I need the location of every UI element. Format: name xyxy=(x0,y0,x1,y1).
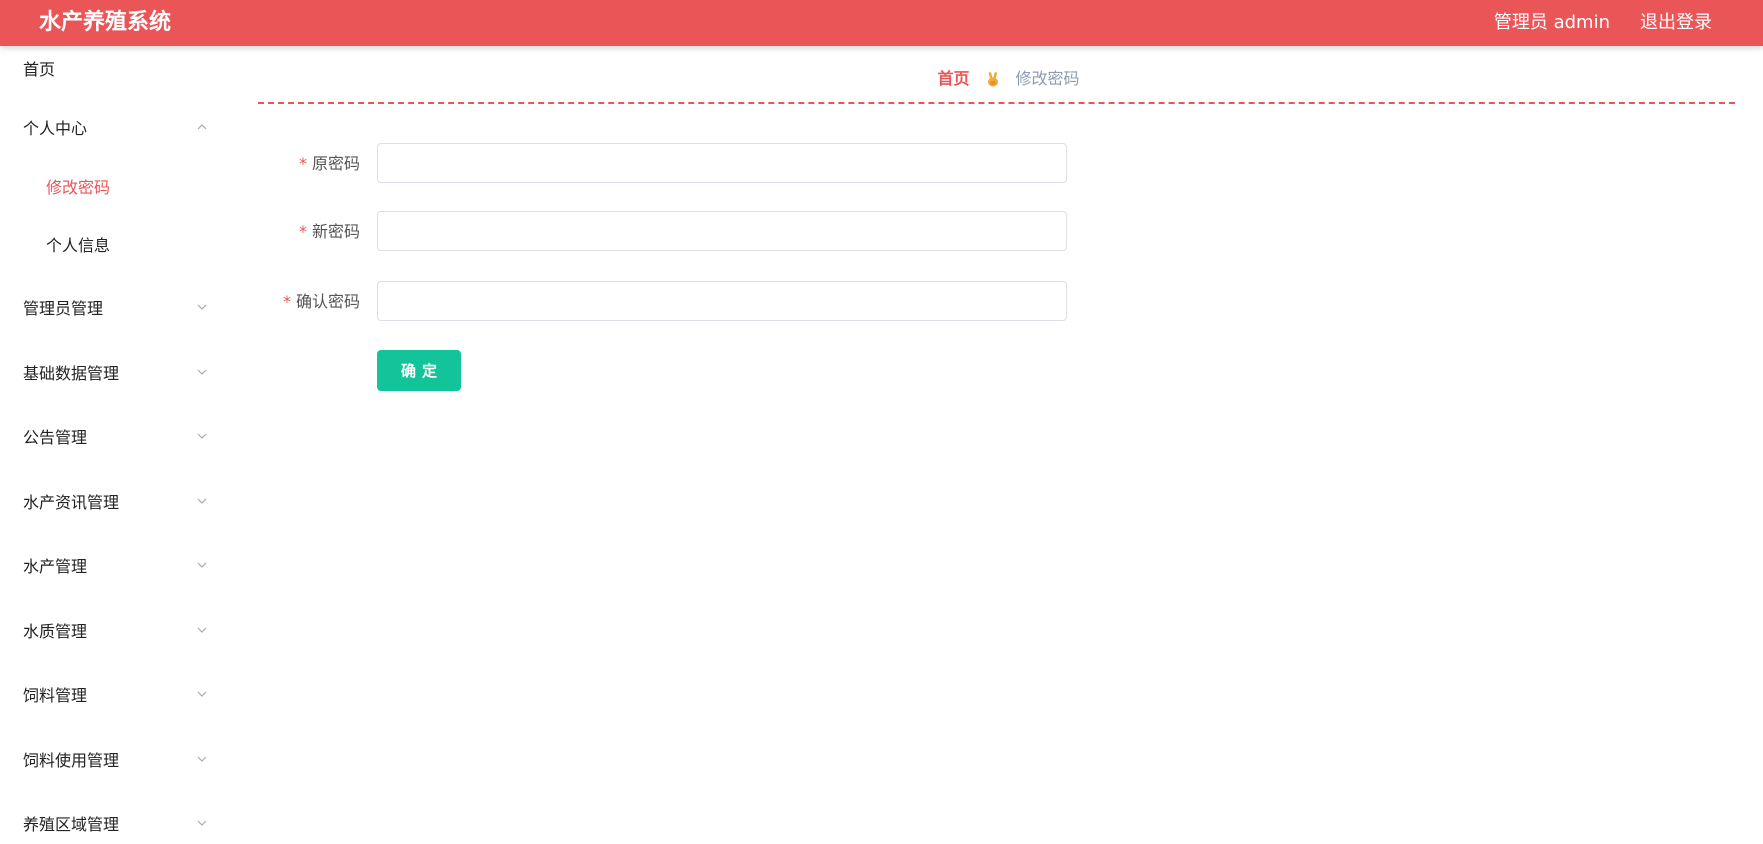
sidebar-item-aquatic-management[interactable]: 水产管理 xyxy=(0,547,220,587)
chevron-down-icon xyxy=(197,627,207,633)
logout-link[interactable]: 退出登录 xyxy=(1640,11,1712,35)
chevron-down-icon xyxy=(197,691,207,697)
old-password-label: * 原密码 xyxy=(240,143,360,185)
breadcrumb: 首页 修改密码 xyxy=(220,68,1763,90)
form-row-old-password: * 原密码 xyxy=(220,143,1220,185)
sidebar-item-personal-center[interactable]: 个人中心 xyxy=(0,109,220,149)
chevron-down-icon xyxy=(197,562,207,568)
sidebar-item-label: 养殖区域管理 xyxy=(23,815,120,834)
sidebar-item-farming-area[interactable]: 养殖区域管理 xyxy=(0,805,220,844)
chevron-down-icon xyxy=(197,433,207,439)
confirm-password-input[interactable] xyxy=(377,281,1067,321)
confirm-password-label-text: 确认密码 xyxy=(295,292,360,311)
required-mark: * xyxy=(282,292,291,311)
new-password-input[interactable] xyxy=(377,211,1067,251)
app-title: 水产养殖系统 xyxy=(39,10,172,35)
sidebar-item-feed-management[interactable]: 饲料管理 xyxy=(0,676,220,716)
sidebar-item-basic-data[interactable]: 基础数据管理 xyxy=(0,354,220,394)
sidebar-item-label: 饲料使用管理 xyxy=(23,751,120,770)
sidebar-item-water-quality[interactable]: 水质管理 xyxy=(0,612,220,652)
confirm-button[interactable]: 确定 xyxy=(377,350,461,391)
new-password-label: * 新密码 xyxy=(240,211,360,253)
header-actions: 管理员 admin 退出登录 xyxy=(1494,11,1712,35)
sidebar-item-announcements[interactable]: 公告管理 xyxy=(0,418,220,458)
breadcrumb-divider xyxy=(258,102,1735,104)
form-row-confirm-password: * 确认密码 xyxy=(220,281,1220,323)
current-user-label: 管理员 admin xyxy=(1493,12,1610,33)
old-password-label-text: 原密码 xyxy=(311,154,360,173)
chevron-down-icon xyxy=(197,820,207,826)
sidebar-item-label: 水产管理 xyxy=(23,557,88,576)
form-row-new-password: * 新密码 xyxy=(220,211,1220,253)
required-mark: * xyxy=(298,222,307,241)
victory-hand-icon xyxy=(987,72,998,87)
sidebar-item-label: 饲料管理 xyxy=(23,686,88,705)
chevron-down-icon xyxy=(197,756,207,762)
sidebar-item-feed-usage[interactable]: 饲料使用管理 xyxy=(0,741,220,781)
sidebar-item-label: 个人中心 xyxy=(23,119,88,138)
main-content: 首页 修改密码 * 原密码 * 新密码 * 确认密码 确定 xyxy=(220,46,1763,844)
breadcrumb-home-link[interactable]: 首页 xyxy=(937,68,969,90)
chevron-down-icon xyxy=(197,498,207,504)
sidebar-item-label: 首页 xyxy=(23,60,56,79)
sidebar-item-home[interactable]: 首页 xyxy=(0,50,220,90)
chevron-up-icon xyxy=(197,124,207,130)
sidebar-item-label: 基础数据管理 xyxy=(23,364,120,383)
sidebar-subitem-personal-info[interactable]: 个人信息 xyxy=(0,226,220,266)
new-password-label-text: 新密码 xyxy=(311,222,360,241)
sidebar-item-admin-management[interactable]: 管理员管理 xyxy=(0,289,220,329)
sidebar-item-aquatic-news[interactable]: 水产资讯管理 xyxy=(0,483,220,523)
top-header: 水产养殖系统 管理员 admin 退出登录 xyxy=(0,0,1763,46)
sidebar-item-label: 公告管理 xyxy=(23,428,88,447)
sidebar-subitem-label: 个人信息 xyxy=(46,236,111,255)
old-password-input[interactable] xyxy=(377,143,1067,183)
chevron-down-icon xyxy=(197,304,207,310)
breadcrumb-current: 修改密码 xyxy=(1015,69,1080,88)
sidebar-subitem-label: 修改密码 xyxy=(46,178,111,197)
sidebar-item-label: 管理员管理 xyxy=(23,299,104,318)
required-mark: * xyxy=(298,154,307,173)
chevron-down-icon xyxy=(197,369,207,375)
sidebar-menu: 首页 个人中心 修改密码 个人信息 管理员管理 基础数据管理 公告管理 水产资讯… xyxy=(0,46,220,844)
sidebar-item-label: 水产资讯管理 xyxy=(23,493,120,512)
sidebar-item-label: 水质管理 xyxy=(23,622,88,641)
sidebar-subitem-change-password[interactable]: 修改密码 xyxy=(0,168,220,208)
confirm-password-label: * 确认密码 xyxy=(240,281,360,323)
